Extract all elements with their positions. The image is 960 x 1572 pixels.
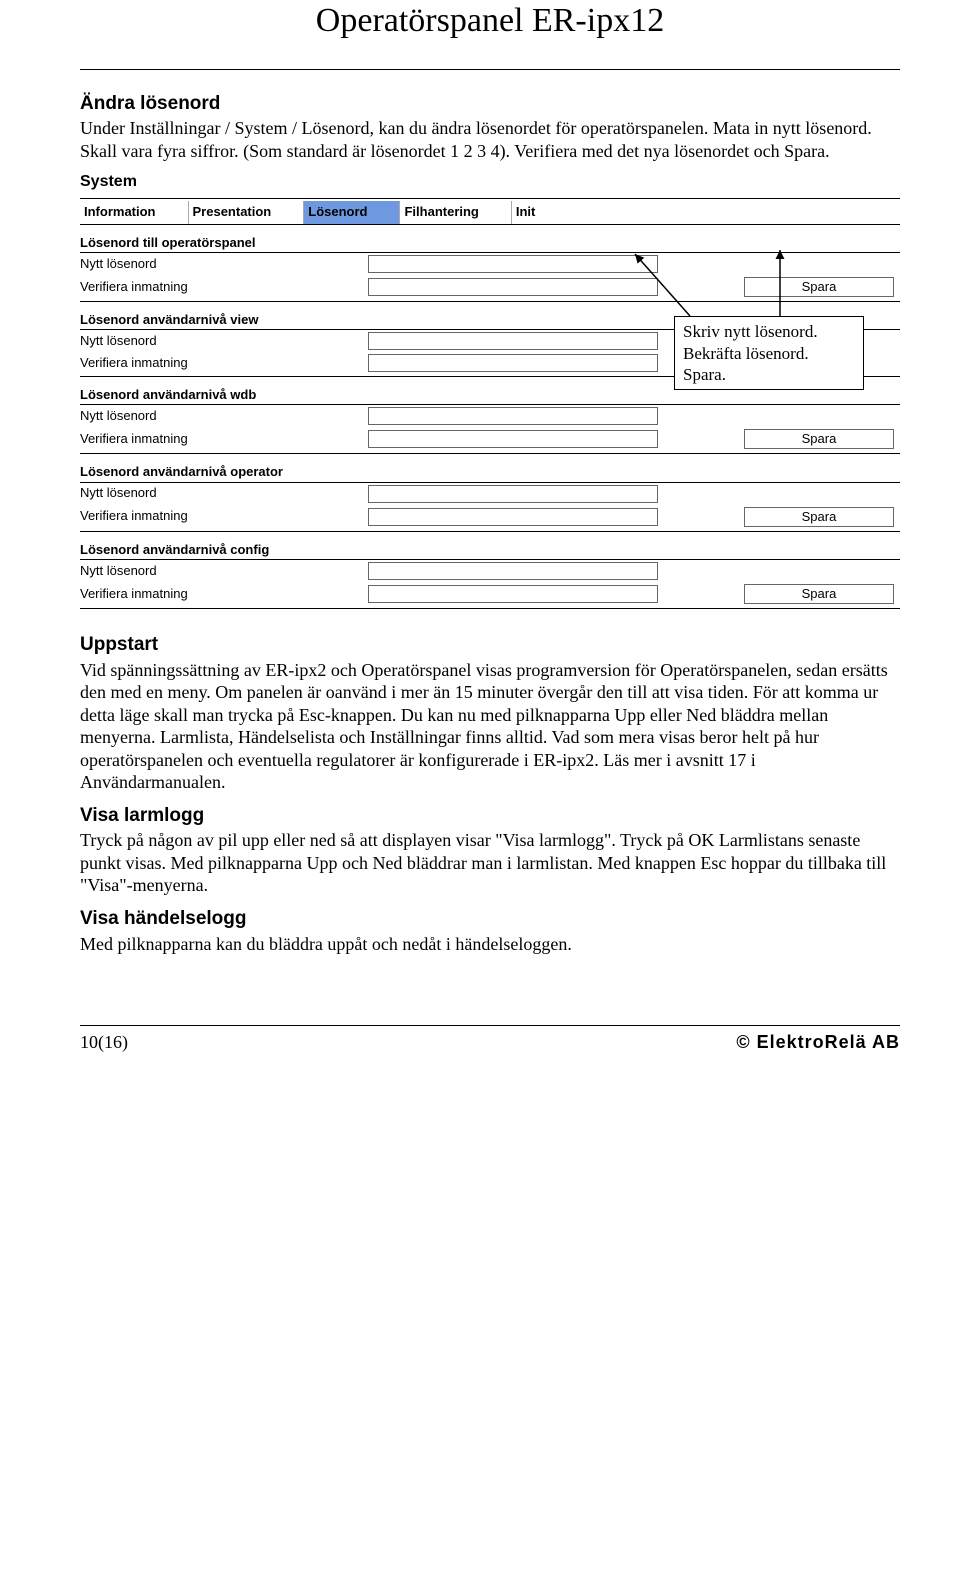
save-button-4[interactable]: Spara <box>744 584 894 604</box>
heading-andra-losenord: Ändra lösenord <box>80 92 900 116</box>
group-head-config: Lösenord användarnivå config <box>80 538 900 560</box>
row-nytt-4: Nytt lösenord <box>80 560 900 582</box>
label-nytt: Nytt lösenord <box>80 256 360 272</box>
page-number: 10(16) <box>80 1031 128 1054</box>
row-verifiera-2: Verifiera inmatning Spara <box>80 427 900 451</box>
page-footer: 10(16) © ElektroRelä AB <box>80 1025 900 1054</box>
row-verifiera-3: Verifiera inmatning Spara <box>80 505 900 529</box>
label-nytt: Nytt lösenord <box>80 333 360 349</box>
ui-divider <box>80 198 900 199</box>
group-divider <box>80 531 900 532</box>
input-verifiera-4[interactable] <box>368 585 658 603</box>
heading-visa-larmlogg: Visa larmlogg <box>80 804 900 828</box>
tab-row: Information Presentation Lösenord Filhan… <box>80 201 900 224</box>
para-visa-handelselogg: Med pilknapparna kan du bläddra uppåt oc… <box>80 933 900 956</box>
input-nytt-3[interactable] <box>368 485 658 503</box>
row-nytt-2: Nytt lösenord <box>80 405 900 427</box>
input-verifiera-0[interactable] <box>368 278 658 296</box>
tab-presentation[interactable]: Presentation <box>189 201 305 223</box>
label-nytt: Nytt lösenord <box>80 485 360 501</box>
group-head-operator: Lösenord användarnivå operator <box>80 460 900 482</box>
input-nytt-2[interactable] <box>368 407 658 425</box>
label-nytt: Nytt lösenord <box>80 408 360 424</box>
ui-system-label: System <box>80 172 900 192</box>
callout-line2: Bekräfta lösenord. <box>683 343 855 364</box>
ui-system-panel: System Information Presentation Lösenord… <box>80 172 900 609</box>
label-verifiera: Verifiera inmatning <box>80 279 360 295</box>
group-divider <box>80 301 900 302</box>
row-verifiera-4: Verifiera inmatning Spara <box>80 582 900 606</box>
row-nytt-3: Nytt lösenord <box>80 483 900 505</box>
input-verifiera-1[interactable] <box>368 354 658 372</box>
heading-visa-handelselogg: Visa händelselogg <box>80 907 900 931</box>
title-divider <box>80 69 900 70</box>
group-divider <box>80 608 900 609</box>
input-nytt-0[interactable] <box>368 255 658 273</box>
tab-information[interactable]: Information <box>80 201 189 223</box>
group-divider <box>80 453 900 454</box>
input-verifiera-3[interactable] <box>368 508 658 526</box>
save-button-3[interactable]: Spara <box>744 507 894 527</box>
tab-init[interactable]: Init <box>512 201 568 223</box>
callout-line1: Skriv nytt lösenord. <box>683 321 855 342</box>
input-verifiera-2[interactable] <box>368 430 658 448</box>
callout-line3: Spara. <box>683 364 855 385</box>
label-verifiera: Verifiera inmatning <box>80 586 360 602</box>
footer-org: © ElektroRelä AB <box>736 1031 900 1054</box>
page-title: Operatörspanel ER-ipx12 <box>80 0 900 47</box>
input-nytt-4[interactable] <box>368 562 658 580</box>
label-verifiera: Verifiera inmatning <box>80 355 360 371</box>
row-verifiera-0: Verifiera inmatning Spara <box>80 275 900 299</box>
label-verifiera: Verifiera inmatning <box>80 431 360 447</box>
row-nytt-0: Nytt lösenord <box>80 253 900 275</box>
para-andra-losenord: Under Inställningar / System / Lösenord,… <box>80 117 900 162</box>
tab-filhantering[interactable]: Filhantering <box>400 201 511 223</box>
label-nytt: Nytt lösenord <box>80 563 360 579</box>
callout-box: Skriv nytt lösenord. Bekräfta lösenord. … <box>674 316 864 390</box>
heading-uppstart: Uppstart <box>80 633 900 657</box>
input-nytt-1[interactable] <box>368 332 658 350</box>
para-visa-larmlogg: Tryck på någon av pil upp eller ned så a… <box>80 829 900 897</box>
group-head-operatorspanel: Lösenord till operatörspanel <box>80 231 900 253</box>
save-button-0[interactable]: Spara <box>744 277 894 297</box>
para-uppstart: Vid spänningssättning av ER-ipx2 och Ope… <box>80 659 900 794</box>
save-button-2[interactable]: Spara <box>744 429 894 449</box>
label-verifiera: Verifiera inmatning <box>80 508 360 524</box>
tab-losenord[interactable]: Lösenord <box>304 201 400 223</box>
